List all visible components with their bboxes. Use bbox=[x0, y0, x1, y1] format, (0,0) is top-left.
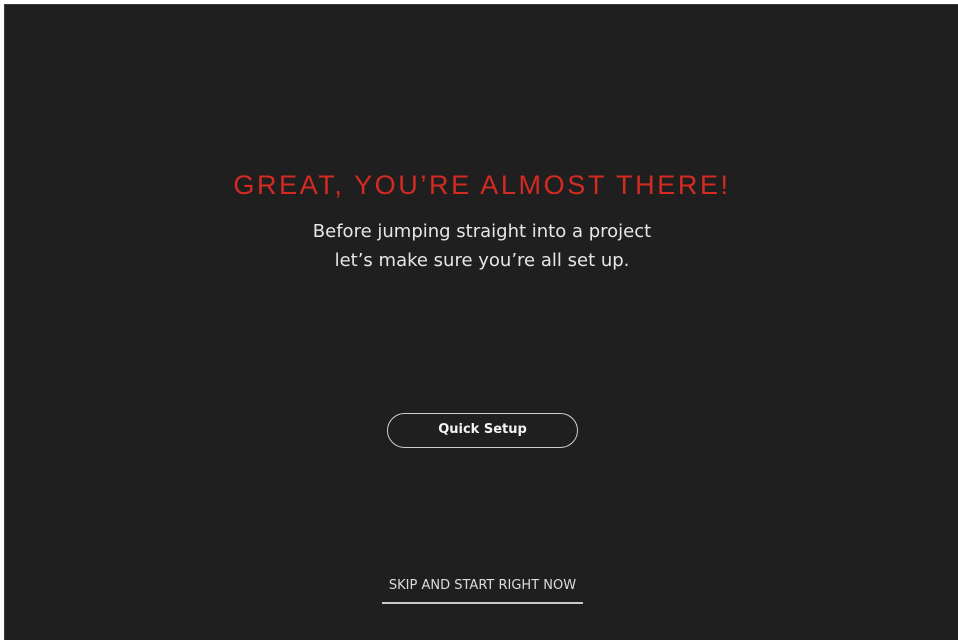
intro-text-line-1: Before jumping straight into a project bbox=[312, 221, 652, 242]
setup-screen: GREAT, YOU’RE ALMOST THERE! Before jumpi… bbox=[4, 4, 958, 640]
skip-link-underline bbox=[382, 602, 583, 604]
intro-text-line-2: let’s make sure you’re all set up. bbox=[334, 250, 630, 271]
intro-text: Before jumping straight into a project l… bbox=[5, 217, 958, 275]
page-title: GREAT, YOU’RE ALMOST THERE! bbox=[233, 170, 731, 200]
skip-and-start-link[interactable]: SKIP AND START RIGHT NOW bbox=[382, 577, 583, 595]
quick-setup-button[interactable]: Quick Setup bbox=[387, 413, 578, 448]
